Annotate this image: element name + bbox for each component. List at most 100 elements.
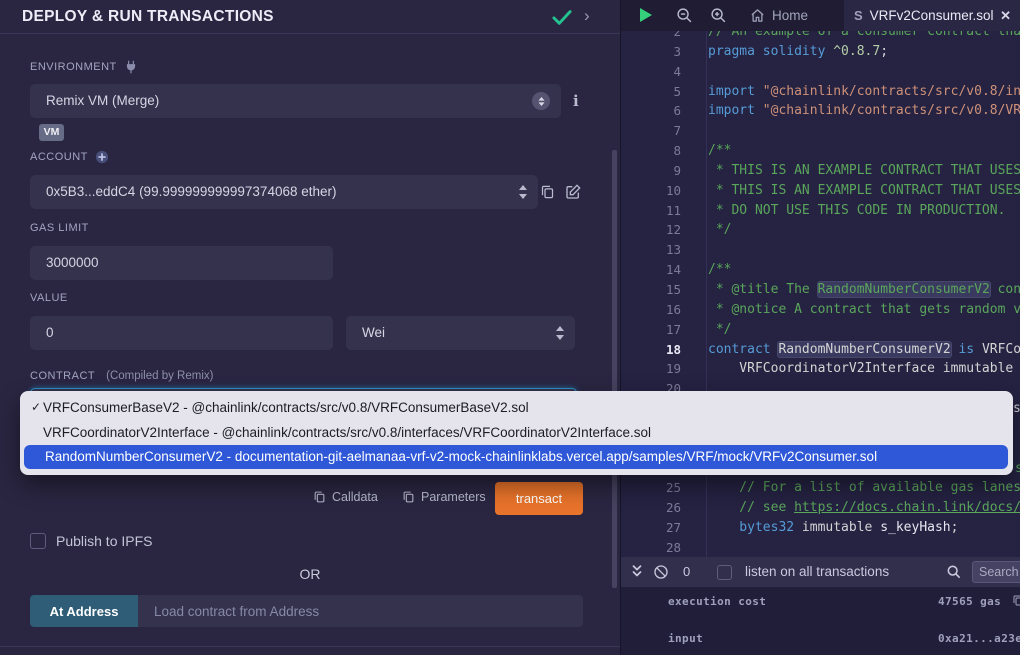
code-line: 25 // For a list of available gas lanes … [621,478,1020,498]
line-text: /** [708,141,731,161]
code-lines: 2 // An example of a consumer contract th… [621,31,1020,557]
code-line: 8 /** [621,141,1020,161]
line-text: bytes32 immutable s_keyHash; [708,518,958,538]
line-number: 8 [621,141,681,161]
code-line: 7 [621,121,1020,141]
zoom-in-icon[interactable] [710,7,727,24]
code-line: 9 * THIS IS AN EXAMPLE CONTRACT THAT USE… [621,161,1020,181]
contract-option[interactable]: ✓VRFConsumerBaseV2 - @chainlink/contract… [20,395,1013,420]
line-number: 18 [621,340,681,360]
tab-home[interactable]: Home [736,0,822,31]
environment-select[interactable]: Remix VM (Merge) [30,84,561,118]
code-line: 6import "@chainlink/contracts/src/v0.8/V… [621,101,1020,121]
close-tab-icon[interactable]: ✕ [1000,8,1011,24]
code-line: 26 // see https://docs.chain.link/docs/v… [621,498,1020,518]
line-number: 28 [621,538,681,557]
line-text: VRFCoordinatorV2Interface immutable COOR… [708,359,1020,379]
copy-value-icon[interactable] [1012,594,1020,607]
line-number: 27 [621,518,681,538]
gas-limit-label: GAS LIMIT [30,222,89,234]
contract-option[interactable]: VRFCoordinatorV2Interface - @chainlink/c… [20,420,1013,445]
line-text: * @notice A contract that gets random va… [708,300,1020,320]
terminal-clear-icon[interactable] [653,564,669,580]
edit-account-icon[interactable] [565,184,581,200]
contract-option-label: VRFCoordinatorV2Interface - @chainlink/c… [43,425,651,440]
line-number: 10 [621,181,681,201]
line-number: 14 [621,260,681,280]
code-line: 19 VRFCoordinatorV2Interface immutable C… [621,359,1020,379]
contract-note: (Compiled by Remix) [106,370,213,382]
line-text: */ [708,220,731,240]
select-caret-icon [532,92,550,110]
line-number: 11 [621,201,681,221]
line-text: */ [708,320,731,340]
publish-ipfs-checkbox[interactable] [30,533,46,549]
line-number: 9 [621,161,681,181]
account-label: ACCOUNT [30,150,109,164]
terminal-toolbar: 0 listen on all transactions [621,557,1020,587]
editor-tabbar: Home S VRFv2Consumer.sol ✕ [621,0,1020,31]
copy-account-icon[interactable] [540,184,555,200]
plug-icon [124,60,138,74]
code-line: 17 */ [621,320,1020,340]
terminal-collapse-icon[interactable] [630,564,644,580]
at-address-button[interactable]: At Address [30,595,138,627]
search-icon [946,564,962,580]
terminal-row-value: 47565 gas [938,595,1001,608]
zoom-out-icon[interactable] [676,7,693,24]
line-number: 4 [621,62,681,82]
line-number: 17 [621,320,681,340]
gas-limit-input[interactable] [30,246,333,280]
code-line: 12 */ [621,220,1020,240]
tab-vrfv2consumer[interactable]: S VRFv2Consumer.sol ✕ [844,0,1020,31]
line-number: 5 [621,82,681,102]
panel-scrollbar[interactable] [612,150,617,588]
solidity-file-icon: S [854,8,863,23]
line-text: // For a list of available gas lanes on … [708,478,1020,498]
panel-collapse-icon[interactable]: › [584,5,590,27]
code-line: 16 * @notice A contract that gets random… [621,300,1020,320]
parameters-button[interactable]: Parameters [402,490,486,504]
home-icon [750,8,765,23]
terminal-log[interactable]: execution cost47565 gasinput0xa21...a23e… [621,587,1020,655]
transaction-count-badge: 0 [683,557,690,587]
code-line: 18contract RandomNumberConsumerV2 is VRF… [621,340,1020,360]
code-editor[interactable]: 2 // An example of a consumer contract th… [621,31,1020,557]
contract-option[interactable]: RandomNumberConsumerV2 - documentation-g… [24,445,1008,469]
calldata-button[interactable]: Calldata [313,490,378,504]
run-script-icon[interactable] [640,8,652,22]
code-line: 27 bytes32 immutable s_keyHash; [621,518,1020,538]
value-unit-select[interactable]: Wei [346,316,575,350]
listen-all-checkbox[interactable] [717,565,732,580]
line-text: pragma solidity ^0.8.7; [708,42,888,62]
option-check-icon: ✓ [31,395,41,420]
line-text: // An example of a consumer contract tha… [708,31,1020,42]
at-address-input[interactable] [138,595,583,627]
add-account-icon[interactable] [95,150,109,164]
terminal-search-input[interactable] [972,561,1020,583]
line-text: // see https://docs.chain.link/docs/vrf-… [708,498,1020,518]
panel-header: DEPLOY & RUN TRANSACTIONS › [0,0,620,34]
panel-title: DEPLOY & RUN TRANSACTIONS [22,0,274,33]
section-divider [0,646,620,647]
or-separator: OR [0,566,620,582]
compile-success-check-icon [551,8,573,26]
line-number: 7 [621,121,681,141]
line-number: 26 [621,498,681,518]
publish-ipfs-label: Publish to IPFS [56,533,153,549]
code-line: 13 [621,240,1020,260]
line-number: 16 [621,300,681,320]
line-text: import "@chainlink/contracts/src/v0.8/VR… [708,101,1020,121]
line-text: import "@chainlink/contracts/src/v0.8/in… [708,82,1020,102]
contract-option-label: VRFConsumerBaseV2 - @chainlink/contracts… [43,400,529,415]
line-text: * DO NOT USE THIS CODE IN PRODUCTION. [708,201,1005,221]
line-number: 2 [621,31,681,42]
value-input[interactable] [30,316,333,350]
vm-badge: VM [39,124,64,141]
deploy-run-panel: DEPLOY & RUN TRANSACTIONS › ENVIRONMENT … [0,0,620,655]
transact-button[interactable]: transact [495,482,583,515]
account-select[interactable]: 0x5B3...eddC4 (99.999999999997374068 eth… [30,175,538,209]
environment-info-icon[interactable]: i [573,92,579,110]
contract-label: CONTRACT (Compiled by Remix) [30,370,213,382]
copy-icon [313,490,326,504]
